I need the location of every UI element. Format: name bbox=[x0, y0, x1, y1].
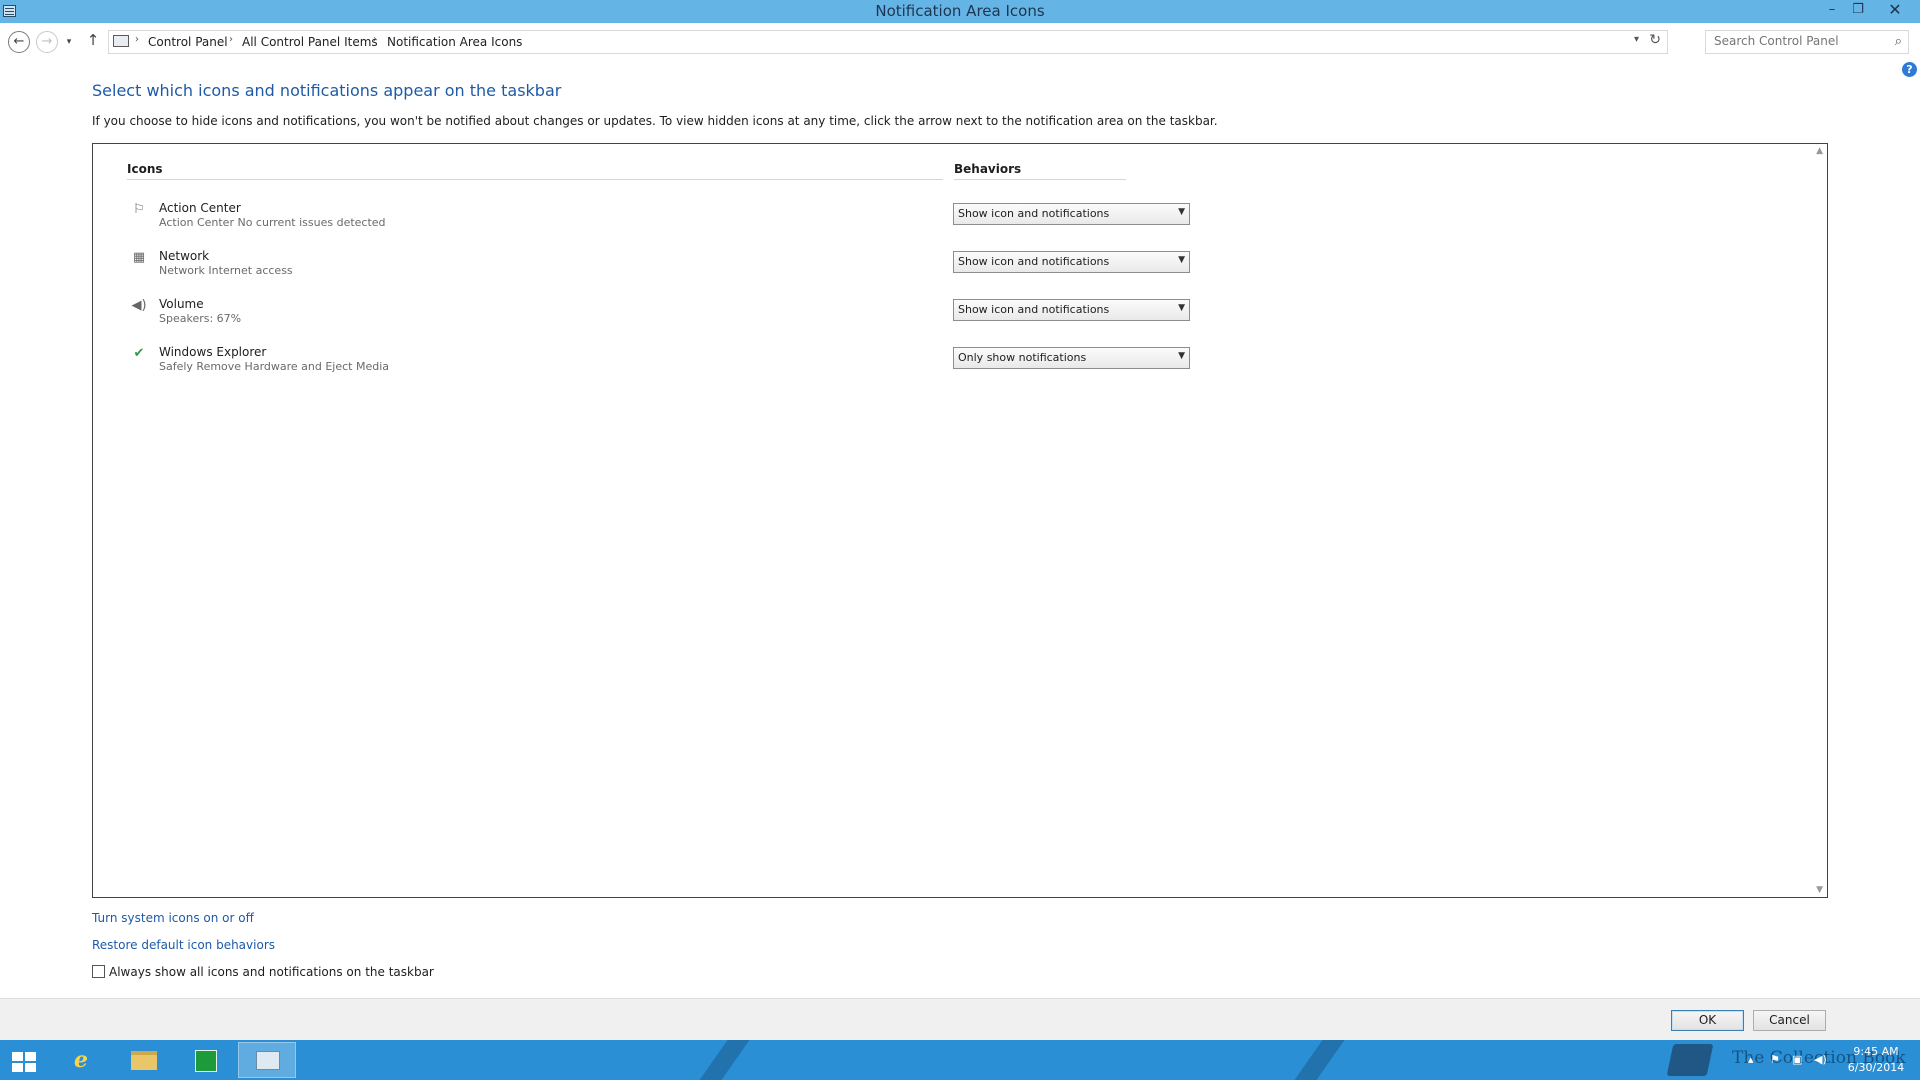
item-description: Speakers: 67% bbox=[159, 312, 242, 325]
item-name: Action Center bbox=[159, 201, 241, 215]
search-box[interactable]: ⌕ bbox=[1705, 30, 1909, 54]
breadcrumb-control-panel[interactable]: Control Panel bbox=[148, 35, 228, 49]
up-button[interactable]: ↑ bbox=[84, 31, 102, 53]
usb-eject-icon: ✔ bbox=[133, 346, 145, 361]
taskbar-decoration bbox=[1280, 1040, 1352, 1080]
restore-button[interactable]: ❐ bbox=[1845, 0, 1871, 20]
refresh-icon[interactable]: ↻ bbox=[1649, 32, 1661, 48]
item-name: Windows Explorer bbox=[159, 345, 267, 359]
show-hidden-icons-chevron-icon[interactable]: ▴ bbox=[1748, 1040, 1754, 1080]
address-dropdown-icon[interactable]: ▾ bbox=[1634, 34, 1639, 45]
taskbar-decoration bbox=[685, 1040, 757, 1080]
forward-button[interactable]: → bbox=[36, 31, 58, 53]
network-icon: ▦ bbox=[132, 250, 146, 265]
turn-system-icons-link[interactable]: Turn system icons on or off bbox=[92, 911, 254, 925]
behavior-selected-value: Show icon and notifications bbox=[958, 255, 1110, 268]
item-description: Safely Remove Hardware and Eject Media bbox=[159, 360, 390, 373]
restore-defaults-link[interactable]: Restore default icon behaviors bbox=[92, 938, 275, 952]
icons-list-panel[interactable]: ▲ ▼ Icons Behaviors ⚐ Action Center Acti… bbox=[92, 143, 1828, 898]
search-icon[interactable]: ⌕ bbox=[1895, 34, 1902, 49]
clock-time: 9:45 AM bbox=[1853, 1045, 1899, 1058]
chevron-down-icon[interactable]: ▼ bbox=[1178, 351, 1185, 361]
page-description: If you choose to hide icons and notifica… bbox=[92, 114, 1218, 128]
internet-explorer-icon[interactable]: e bbox=[52, 1042, 110, 1078]
windows-logo-icon bbox=[12, 1052, 38, 1072]
list-item: ⚐ Action Center Action Center No current… bbox=[127, 199, 1287, 239]
navigation-bar: ← → ▾ ↑ › Control Panel › All Control Pa… bbox=[0, 23, 1920, 58]
chevron-down-icon[interactable]: ▼ bbox=[1178, 255, 1185, 265]
always-show-label[interactable]: Always show all icons and notifications … bbox=[109, 965, 434, 979]
list-item: ▦ Network Network Internet access Show i… bbox=[127, 247, 1287, 287]
flag-icon: ⚐ bbox=[133, 202, 145, 217]
clock-date: 6/30/2014 bbox=[1847, 1061, 1905, 1074]
speaker-icon: ◀) bbox=[131, 298, 147, 313]
dialog-footer: OK Cancel bbox=[0, 998, 1920, 1040]
address-bar[interactable]: › Control Panel › All Control Panel Item… bbox=[108, 30, 1668, 54]
behavior-selected-value: Show icon and notifications bbox=[958, 303, 1110, 316]
ok-button[interactable]: OK bbox=[1671, 1010, 1744, 1031]
column-header-icons: Icons bbox=[127, 162, 163, 176]
clock[interactable]: 9:45 AM 6/30/2014 bbox=[1836, 1044, 1916, 1076]
title-bar: Notification Area Icons – ❐ ✕ bbox=[0, 0, 1920, 23]
behavior-dropdown[interactable]: Show icon and notifications ▼ bbox=[953, 251, 1190, 273]
control-panel-taskbar-icon[interactable] bbox=[238, 1042, 296, 1078]
back-button[interactable]: ← bbox=[8, 31, 30, 53]
always-show-checkbox-row[interactable]: Always show all icons and notifications … bbox=[92, 965, 434, 979]
page-title: Select which icons and notifications app… bbox=[92, 81, 562, 100]
computer-icon bbox=[113, 35, 129, 47]
store-icon[interactable] bbox=[176, 1042, 234, 1078]
breadcrumb-separator[interactable]: › bbox=[373, 34, 377, 45]
file-explorer-icon[interactable] bbox=[114, 1042, 172, 1078]
breadcrumb-separator[interactable]: › bbox=[135, 34, 139, 45]
search-input[interactable] bbox=[1714, 34, 1879, 48]
behavior-selected-value: Show icon and notifications bbox=[958, 207, 1110, 220]
taskbar: e The Collection Book ▴ ⚑ ▣ ◀) 9:45 AM 6… bbox=[0, 1040, 1920, 1080]
breadcrumb-separator[interactable]: › bbox=[229, 34, 233, 45]
header-divider bbox=[954, 179, 1126, 180]
chevron-down-icon[interactable]: ▼ bbox=[1178, 303, 1185, 313]
item-description: Action Center No current issues detected bbox=[159, 216, 386, 229]
window-title: Notification Area Icons bbox=[875, 2, 1045, 20]
recent-locations-button[interactable]: ▾ bbox=[63, 31, 75, 53]
item-name: Network bbox=[159, 249, 210, 263]
network-tray-icon[interactable]: ▣ bbox=[1792, 1040, 1802, 1080]
behavior-dropdown[interactable]: Show icon and notifications ▼ bbox=[953, 299, 1190, 321]
volume-tray-icon[interactable]: ◀) bbox=[1814, 1040, 1827, 1080]
behavior-dropdown[interactable]: Show icon and notifications ▼ bbox=[953, 203, 1190, 225]
close-button[interactable]: ✕ bbox=[1880, 0, 1910, 20]
minimize-button[interactable]: – bbox=[1819, 0, 1845, 20]
behavior-dropdown[interactable]: Only show notifications ▼ bbox=[953, 347, 1190, 369]
scroll-up-arrow-icon[interactable]: ▲ bbox=[1816, 146, 1823, 156]
action-center-flag-icon[interactable]: ⚑ bbox=[1770, 1040, 1780, 1080]
help-icon[interactable]: ? bbox=[1902, 62, 1917, 77]
item-description: Network Internet access bbox=[159, 264, 293, 277]
behavior-selected-value: Only show notifications bbox=[958, 351, 1087, 364]
breadcrumb-notification-area-icons[interactable]: Notification Area Icons bbox=[387, 35, 522, 49]
chevron-down-icon[interactable]: ▼ bbox=[1178, 207, 1185, 217]
column-header-behaviors: Behaviors bbox=[954, 162, 1022, 176]
scroll-down-arrow-icon[interactable]: ▼ bbox=[1816, 885, 1823, 895]
start-button[interactable] bbox=[0, 1042, 50, 1078]
list-item: ◀) Volume Speakers: 67% Show icon and no… bbox=[127, 295, 1287, 335]
item-name: Volume bbox=[159, 297, 204, 311]
list-item: ✔ Windows Explorer Safely Remove Hardwar… bbox=[127, 343, 1287, 383]
book-logo-icon bbox=[1666, 1044, 1714, 1076]
header-divider bbox=[127, 179, 943, 180]
always-show-checkbox[interactable] bbox=[92, 965, 105, 978]
cancel-button[interactable]: Cancel bbox=[1753, 1010, 1826, 1031]
breadcrumb-all-items[interactable]: All Control Panel Items bbox=[242, 35, 378, 49]
